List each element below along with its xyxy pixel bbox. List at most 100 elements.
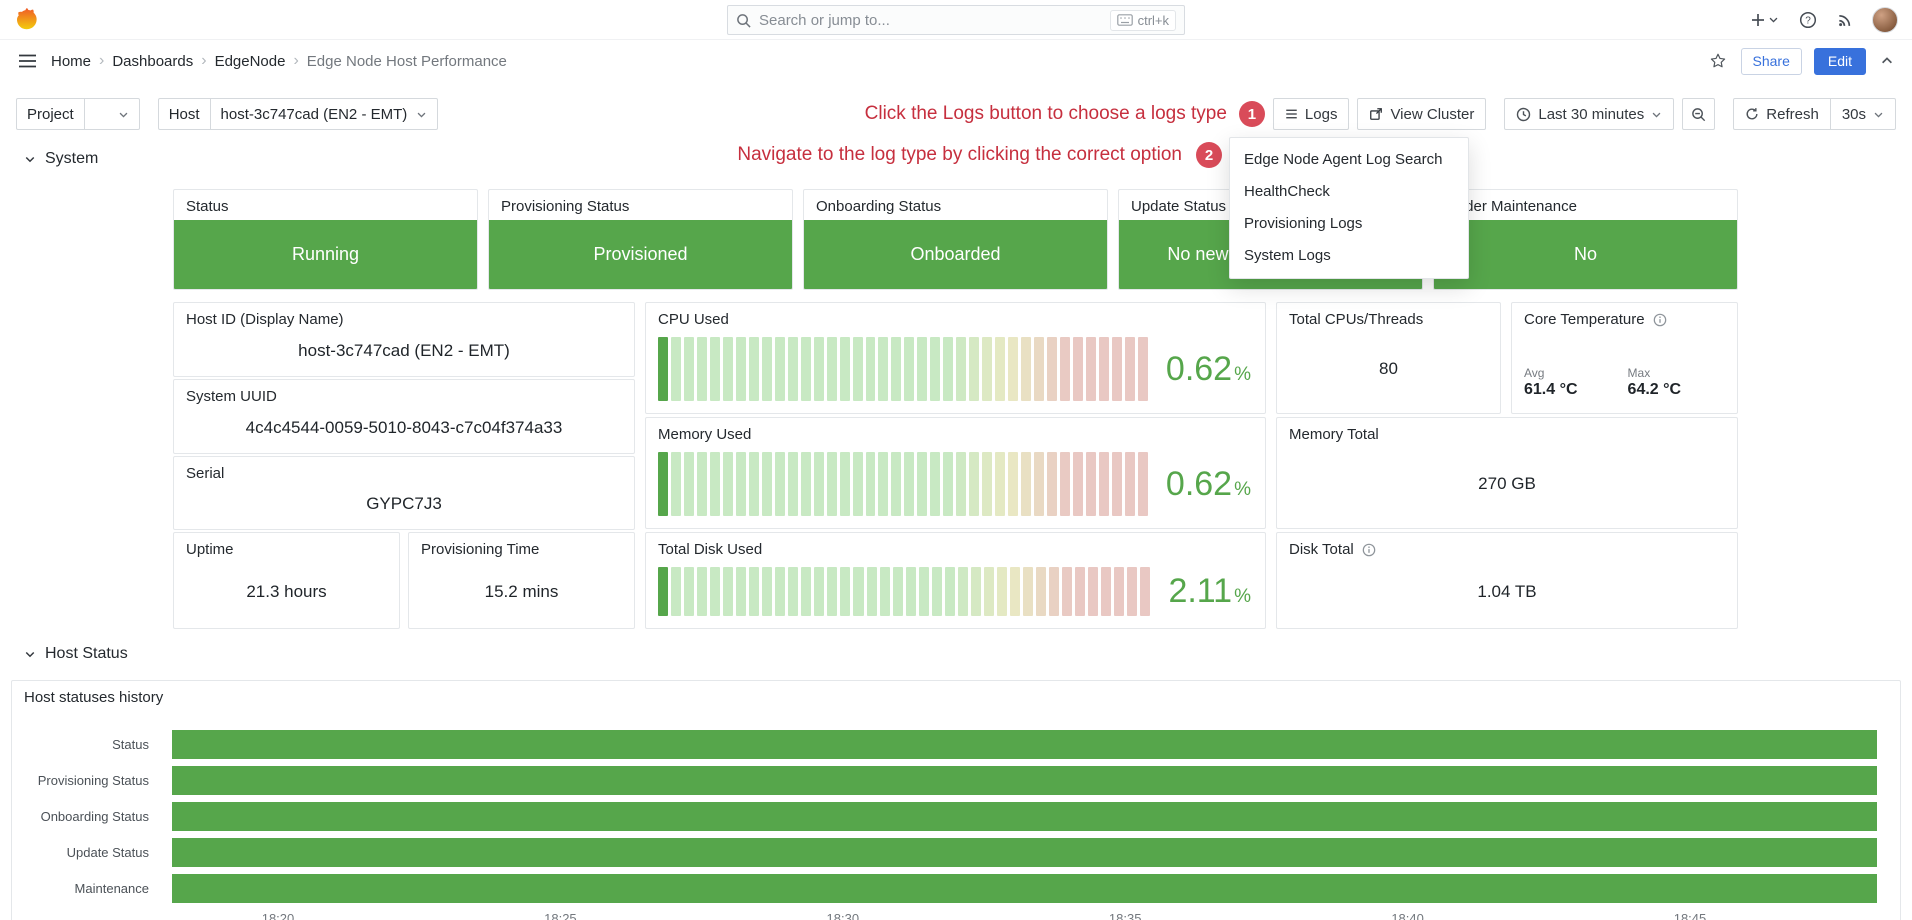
gauge-cell [866,452,876,516]
gauge-cell [762,452,772,516]
logs-menu-item[interactable]: Edge Node Agent Log Search [1230,144,1468,176]
collapse-chevron-up-icon[interactable] [1878,52,1896,70]
gauge-cell [1034,337,1044,401]
status-value: Onboarded [804,220,1107,289]
edit-button[interactable]: Edit [1814,48,1866,75]
gauge-cell [1036,567,1046,616]
zoom-out-button[interactable] [1682,98,1715,130]
gauge-cell [995,337,1005,401]
gauge-cell [853,567,863,616]
panel-title: Total CPUs/Threads [1277,303,1500,328]
share-button[interactable]: Share [1741,48,1802,75]
status-value: Running [174,220,477,289]
info-icon[interactable] [1362,543,1376,557]
memory-used-value: 0.62% [1166,465,1251,504]
gauge-cell [943,452,953,516]
gauge-cell [943,337,953,401]
uptime-value: 21.3 hours [174,561,399,622]
panel-title: Host statuses history [12,681,1900,706]
cpu-used-gauge [658,337,1148,401]
panel-host-id: Host ID (Display Name) host-3c747cad (EN… [173,302,635,377]
keyboard-icon [1117,14,1133,26]
panel-memory-used: Memory Used 0.62% [645,417,1266,529]
gauge-cell [958,567,968,616]
panel-title: Provisioning Time [409,533,634,558]
logs-menu-item[interactable]: System Logs [1230,240,1468,272]
gauge-cell [1062,567,1072,616]
timeline-row: Maintenance [12,874,1900,903]
gauge-cell [684,567,694,616]
gauge-cell [982,452,992,516]
gauge-cell [1127,567,1137,616]
gauge-cell [814,567,824,616]
timeline-state-bar[interactable] [172,802,1877,831]
gauge-cell [1099,337,1109,401]
gauge-cell [853,452,863,516]
gauge-cell [1060,337,1070,401]
host-variable-dropdown[interactable]: Host host-3c747cad (EN2 - EMT) [158,98,439,130]
user-avatar[interactable] [1872,7,1898,33]
gauge-cell [906,567,916,616]
breadcrumb-item[interactable]: EdgeNode [215,53,286,70]
search-text-field[interactable] [759,12,1102,29]
gauge-cell [749,452,759,516]
breadcrumb-item[interactable]: Dashboards [112,53,193,70]
star-icon[interactable] [1707,50,1729,72]
refresh-interval-dropdown[interactable]: 30s [1830,98,1896,130]
external-link-icon [1369,107,1383,121]
panel-title: CPU Used [646,303,1265,328]
gauge-cell [762,567,772,616]
disk-total-value: 1.04 TB [1277,561,1737,622]
breadcrumb-item[interactable]: Edge Node Host Performance [307,53,507,70]
logs-menu-item[interactable]: HealthCheck [1230,176,1468,208]
timeline-row-label: Update Status [12,838,172,867]
total-cpus-value: 80 [1277,331,1500,407]
gauge-cell [840,452,850,516]
timeline-state-bar[interactable] [172,838,1877,867]
panel-total-cpus: Total CPUs/Threads 80 [1276,302,1501,414]
panel-total-disk-used: Total Disk Used 2.11% [645,532,1266,629]
gauge-cell [684,452,694,516]
info-icon[interactable] [1653,313,1667,327]
project-variable-value[interactable] [85,99,139,129]
host-variable-value[interactable]: host-3c747cad (EN2 - EMT) [211,99,438,129]
gauge-cell [788,337,798,401]
grafana-logo-icon[interactable] [14,7,40,33]
menu-toggle-icon[interactable] [16,51,39,71]
gauge-cell [1086,452,1096,516]
disk-used-gauge [658,567,1150,616]
gauge-cell [840,337,850,401]
panel-serial: Serial GYPC7J3 [173,456,635,530]
gauge-cell [891,337,901,401]
clock-icon [1516,107,1531,122]
gauge-cell [956,452,966,516]
time-range-picker[interactable]: Last 30 minutes [1504,98,1674,130]
core-temp-avg: Avg 61.4 °C [1524,366,1578,399]
news-icon[interactable] [1835,9,1856,30]
refresh-button[interactable]: Refresh [1733,98,1831,130]
view-cluster-button[interactable]: View Cluster [1357,98,1486,130]
logs-menu-item[interactable]: Provisioning Logs [1230,208,1468,240]
help-icon[interactable]: ? [1797,9,1819,31]
project-variable-dropdown[interactable]: Project [16,98,140,130]
chevron-down-icon [416,109,427,120]
gauge-cell [969,452,979,516]
gauge-cell [684,337,694,401]
system-uuid-value: 4c4c4544-0059-5010-8043-c7c04f374a33 [174,408,634,447]
breadcrumb-item[interactable]: Home [51,53,91,70]
new-button[interactable] [1748,10,1781,30]
timeline-state-bar[interactable] [172,874,1877,903]
gauge-cell [971,567,981,616]
panel-title: Uptime [174,533,399,558]
gauge-cell [904,452,914,516]
section-host-status[interactable]: Host Status [24,645,128,663]
gauge-cell [723,337,733,401]
timeline-state-bar[interactable] [172,730,1877,759]
gauge-cell [917,337,927,401]
timeline-state-bar[interactable] [172,766,1877,795]
annotation-step2-text: Navigate to the log type by clicking the… [737,144,1182,166]
logs-button[interactable]: Logs [1273,98,1350,130]
panel-core-temperature: Core Temperature Avg 61.4 °C Max 64.2 °C [1511,302,1738,414]
search-input[interactable]: ctrl+k [727,5,1185,35]
disk-used-value: 2.11% [1168,572,1251,611]
